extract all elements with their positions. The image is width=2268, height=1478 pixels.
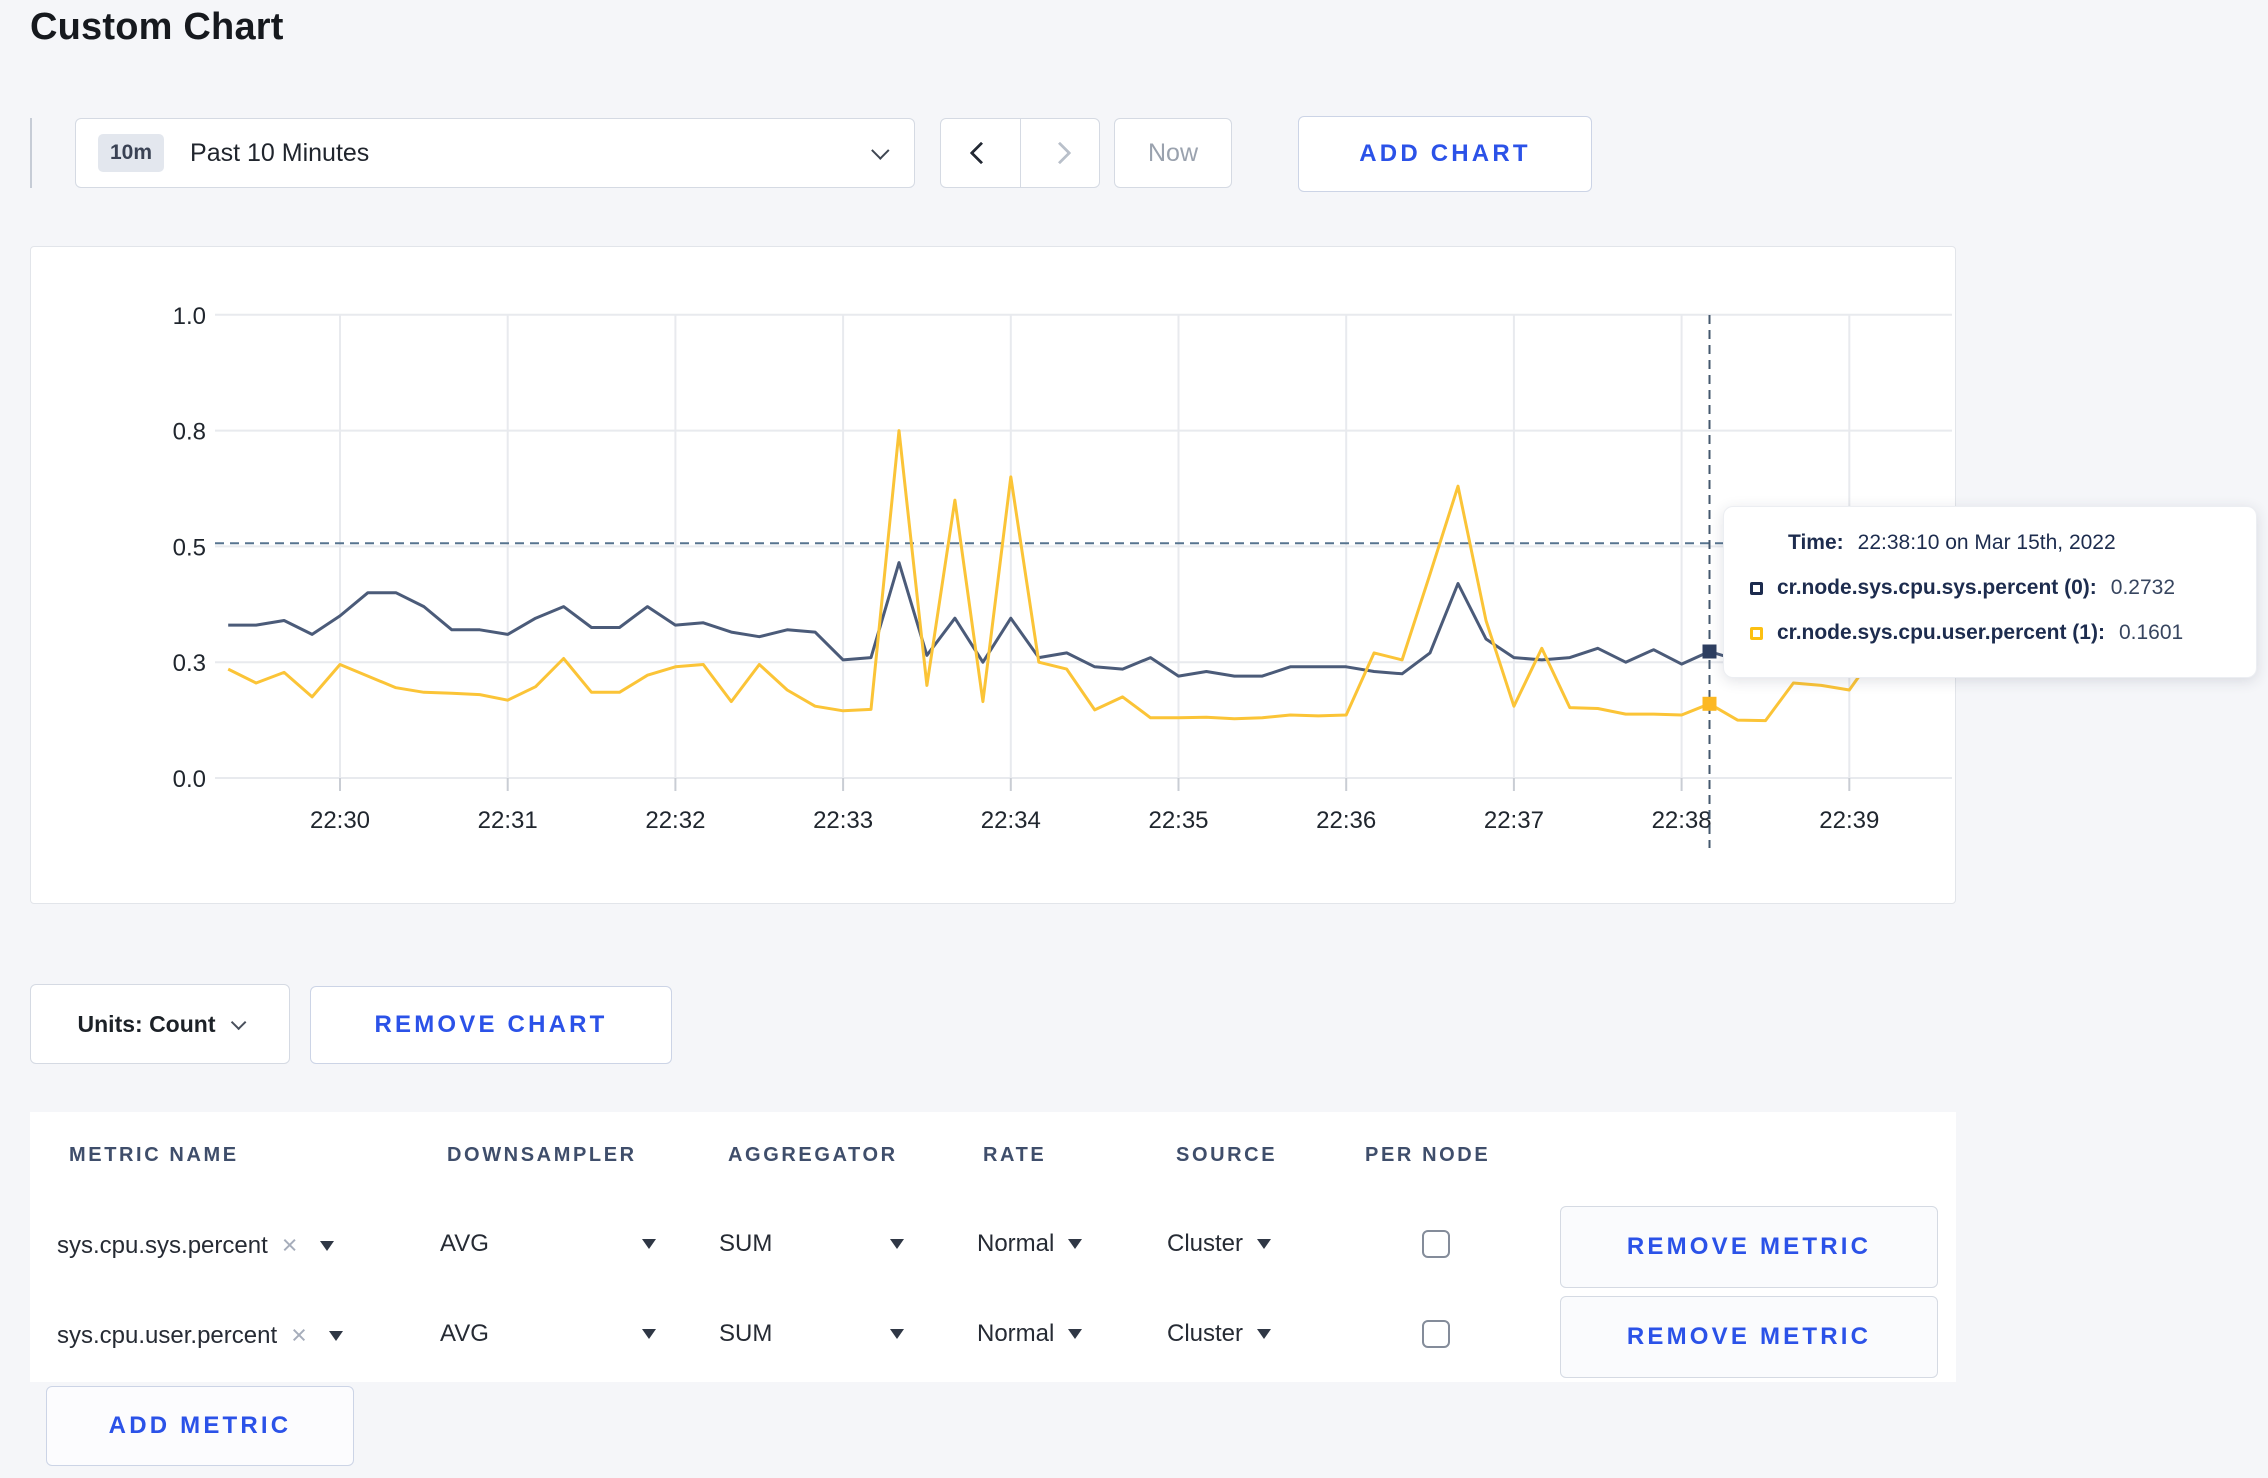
caret-down-icon [642,1239,656,1249]
time-range-badge: 10m [98,134,165,172]
time-prev-button[interactable] [941,119,1020,187]
source-select[interactable]: Cluster [1167,1320,1272,1348]
units-label: Units: Count [77,1010,216,1037]
per-node-checkbox[interactable] [1422,1320,1450,1348]
chevron-down-icon [871,140,890,160]
aggregator-select[interactable]: SUM [719,1230,904,1258]
source-value: Cluster [1167,1320,1244,1347]
page-title: Custom Chart [30,6,284,48]
clear-metric-icon[interactable]: × [282,1230,298,1261]
col-header-aggregator: AGGREGATOR [728,1144,898,1166]
clear-metric-icon[interactable]: × [291,1320,307,1351]
downsampler-select[interactable]: AVG [440,1320,656,1348]
tooltip-time-label: Time: [1788,531,1844,554]
tooltip-time-value: 22:38:10 on Mar 15th, 2022 [1857,531,2116,554]
col-header-source: SOURCE [1176,1144,1278,1166]
source-select[interactable]: Cluster [1167,1230,1272,1258]
caret-down-icon [1068,1239,1083,1249]
rate-select[interactable]: Normal [977,1320,1083,1348]
now-button[interactable]: Now [1114,118,1232,188]
toolbar-divider [30,118,32,188]
series-user-swatch-icon [1750,626,1763,640]
time-range-label: Past 10 Minutes [190,138,370,167]
tooltip-series-value: 0.1601 [2118,621,2184,644]
tooltip-time: Time: 22:38:10 on Mar 15th, 2022 [1788,531,2256,555]
remove-metric-button[interactable]: REMOVE METRIC [1560,1206,1938,1288]
metric-name-value: sys.cpu.user.percent [57,1321,278,1349]
rate-value: Normal [977,1230,1055,1257]
caret-down-icon [890,1239,904,1249]
units-select[interactable]: Units: Count [30,984,290,1064]
downsampler-select[interactable]: AVG [440,1230,656,1258]
per-node-checkbox[interactable] [1422,1230,1450,1258]
aggregator-value: SUM [719,1230,773,1257]
tooltip-series-name: cr.node.sys.cpu.user.percent (1): [1777,621,2105,644]
col-header-downsampler: DOWNSAMPLER [447,1144,637,1166]
time-range-select[interactable]: 10m Past 10 Minutes [75,118,915,188]
metric-name-select[interactable]: sys.cpu.user.percent × [57,1320,343,1351]
chart-panel [30,246,1956,904]
downsampler-value: AVG [440,1230,489,1257]
time-next-button[interactable] [1020,119,1099,187]
aggregator-select[interactable]: SUM [719,1320,904,1348]
col-header-metric-name: METRIC NAME [69,1144,239,1166]
metric-name-value: sys.cpu.sys.percent [57,1231,268,1259]
chevron-right-icon [1048,141,1072,165]
col-header-rate: RATE [983,1144,1047,1166]
caret-down-icon [328,1330,343,1341]
caret-down-icon [319,1240,334,1251]
chevron-left-icon [969,141,992,165]
tooltip-series-row: cr.node.sys.cpu.sys.percent (0): 0.2732 [1750,576,2256,600]
col-header-per-node: PER NODE [1365,1144,1491,1166]
tooltip-series-name: cr.node.sys.cpu.sys.percent (0): [1777,576,2097,599]
rate-select[interactable]: Normal [977,1230,1083,1258]
remove-chart-button[interactable]: REMOVE CHART [310,986,672,1064]
downsampler-value: AVG [440,1320,489,1347]
caret-down-icon [642,1329,656,1339]
caret-down-icon [1257,1239,1272,1249]
time-nav-group [940,118,1100,188]
chart-hover-tooltip: Time: 22:38:10 on Mar 15th, 2022 cr.node.… [1723,506,2257,678]
tooltip-series-value: 0.2732 [2110,576,2176,599]
caret-down-icon [890,1329,904,1339]
aggregator-value: SUM [719,1320,773,1347]
caret-down-icon [1257,1329,1272,1339]
add-chart-button[interactable]: ADD CHART [1298,116,1592,192]
add-metric-button[interactable]: ADD METRIC [46,1386,354,1466]
remove-metric-button[interactable]: REMOVE METRIC [1560,1296,1938,1378]
tooltip-series-row: cr.node.sys.cpu.user.percent (1): 0.1601 [1750,621,2256,645]
metric-name-select[interactable]: sys.cpu.sys.percent × [57,1230,334,1261]
chevron-down-icon [231,1014,247,1030]
series-sys-swatch-icon [1750,581,1763,595]
rate-value: Normal [977,1320,1055,1347]
caret-down-icon [1068,1329,1083,1339]
source-value: Cluster [1167,1230,1244,1257]
